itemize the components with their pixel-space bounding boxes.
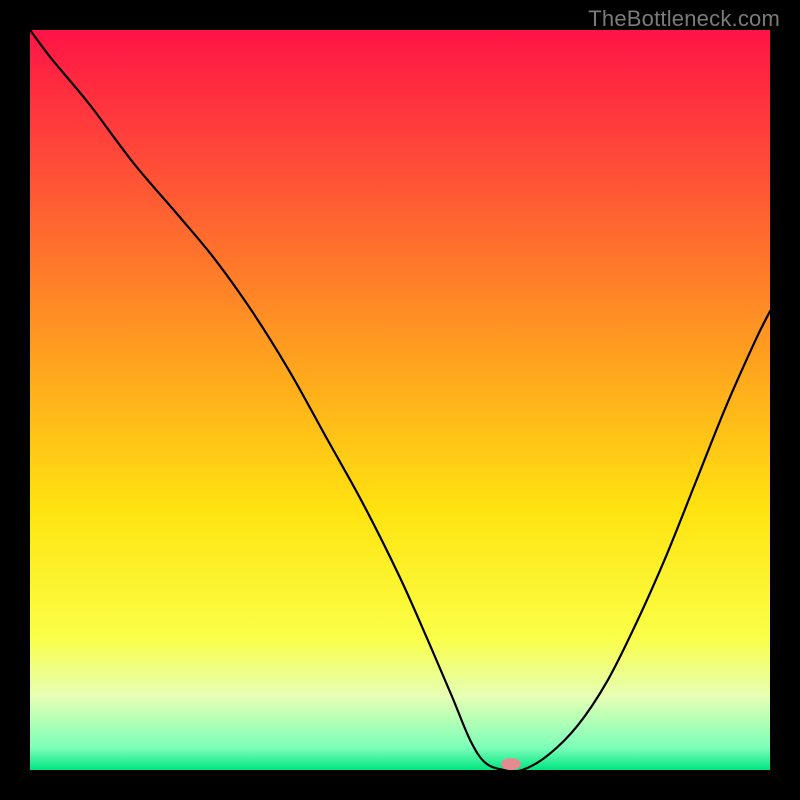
optimal-marker [501,758,521,770]
watermark-text: TheBottleneck.com [588,6,780,32]
bottleneck-chart [30,30,770,770]
chart-frame: TheBottleneck.com [0,0,800,800]
chart-background [30,30,770,770]
